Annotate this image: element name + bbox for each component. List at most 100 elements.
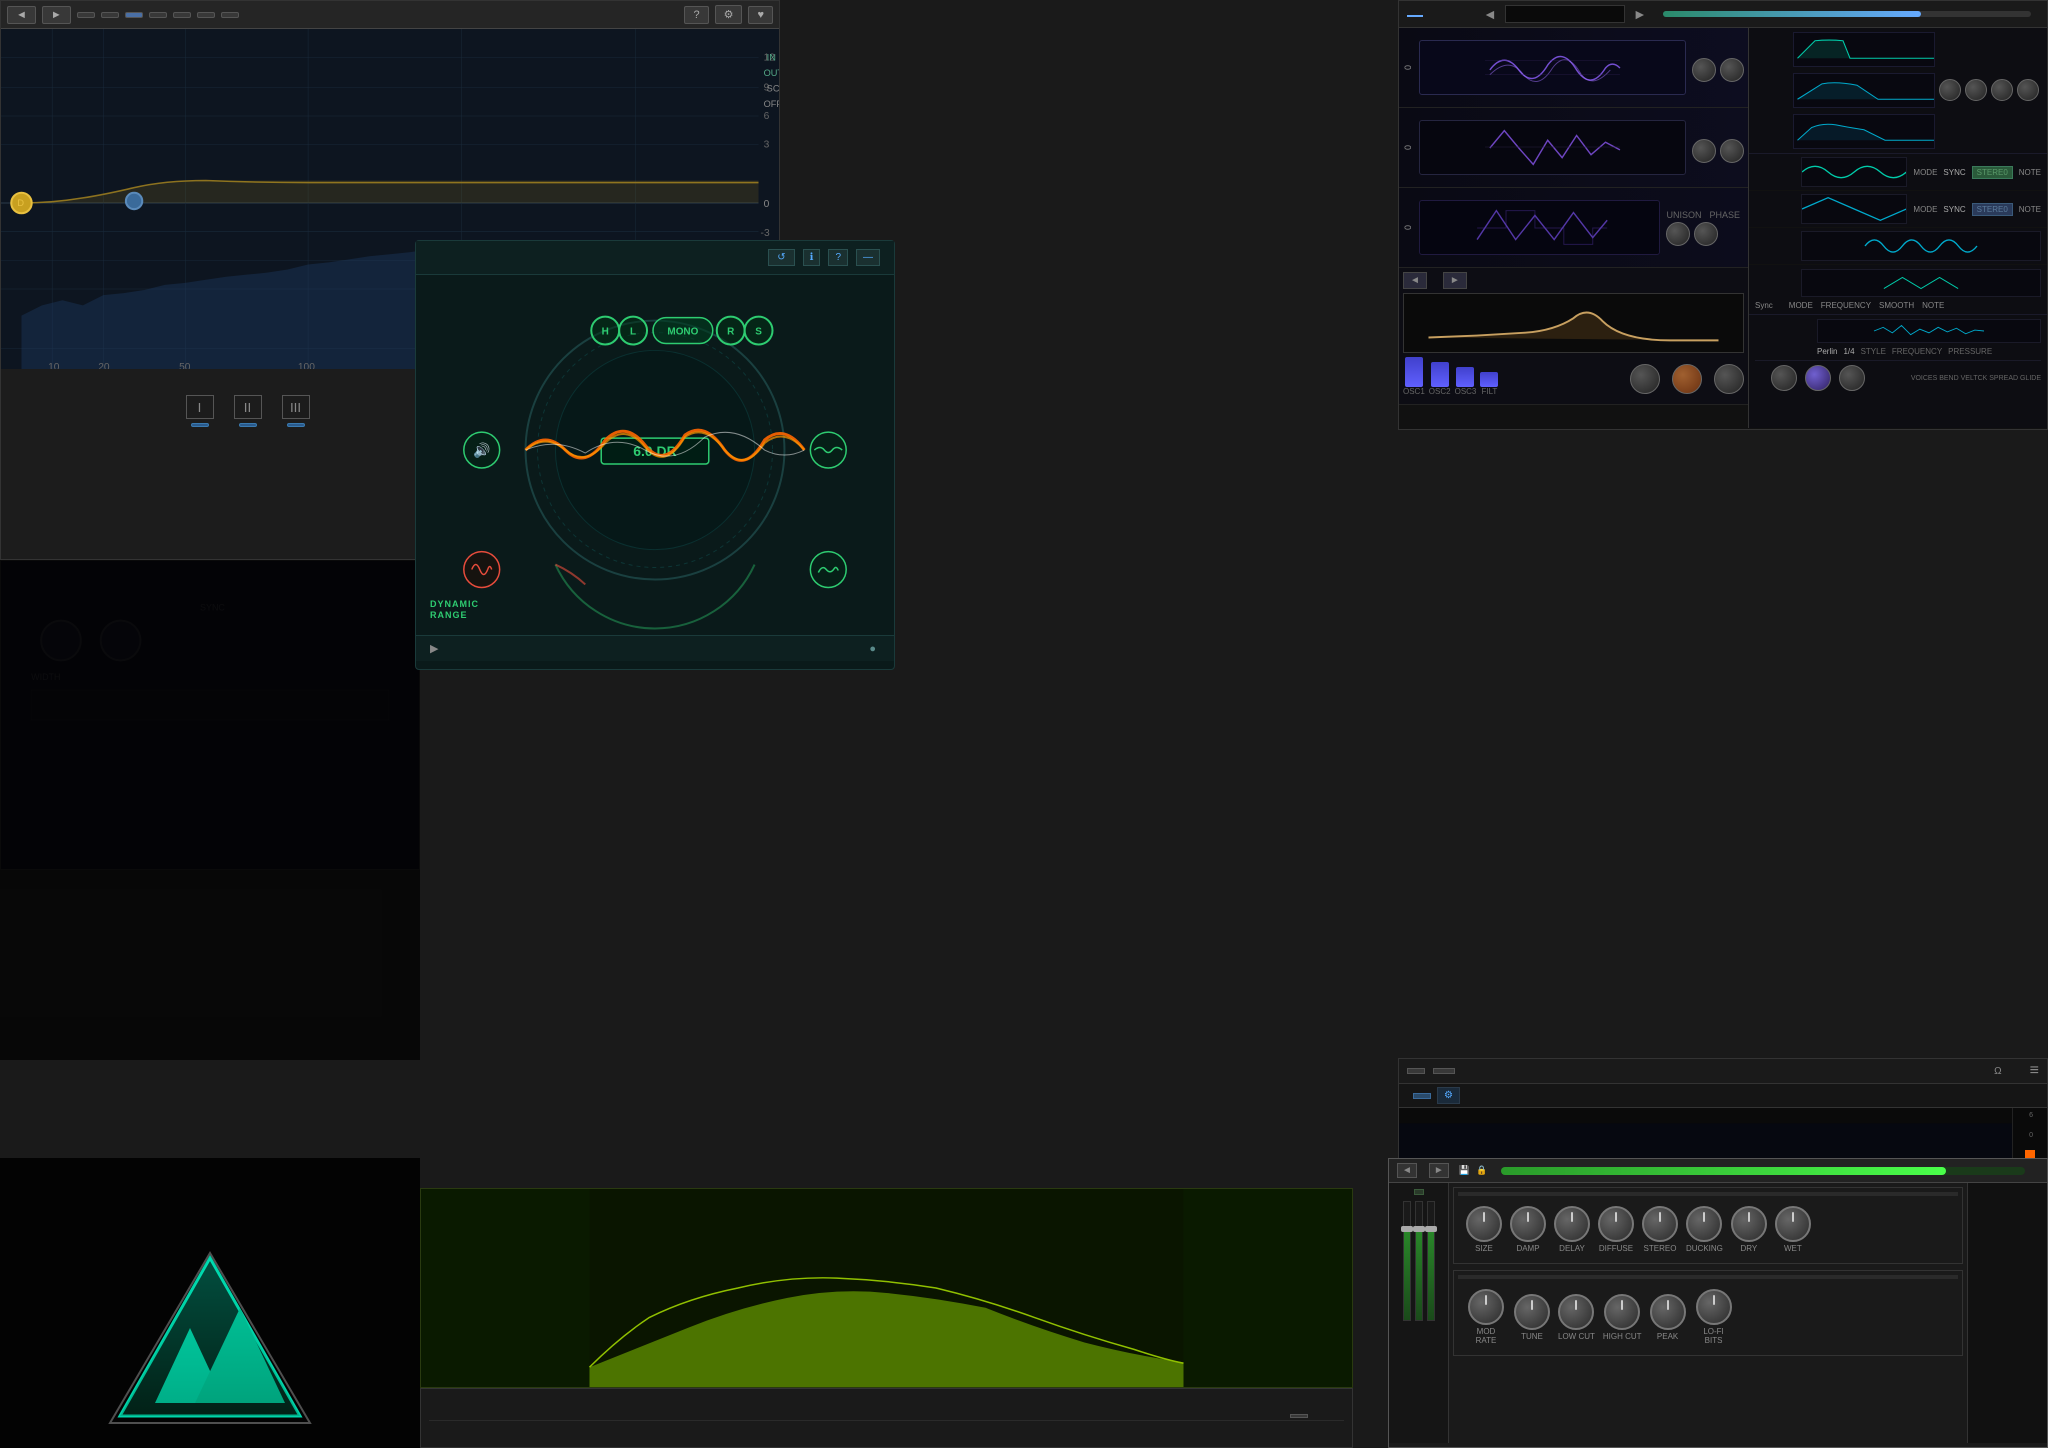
peak-knob[interactable]: [1650, 1294, 1686, 1330]
high-cut-knob[interactable]: [1604, 1294, 1640, 1330]
tune-label: TUNE: [1521, 1332, 1543, 1341]
main-section-label: [1458, 1192, 1958, 1196]
lfo1-stereo-btn[interactable]: STERE0: [1972, 166, 2013, 179]
help-btn-levels[interactable]: ?: [828, 249, 848, 266]
stats-row-1: [429, 1414, 1344, 1418]
tal-next-btn[interactable]: ►: [1429, 1163, 1449, 1178]
nav-back-btn[interactable]: ◄: [7, 6, 36, 24]
diffuse-label: DIFFUSE: [1599, 1244, 1633, 1253]
filter-left-btn[interactable]: ◄: [1403, 272, 1427, 289]
effects-tab[interactable]: [1407, 11, 1423, 17]
lfo1-note: NOTE: [2019, 168, 2041, 177]
svg-text:OUT: OUT: [764, 68, 779, 78]
damp-knob[interactable]: [1510, 1206, 1546, 1242]
drive-knob[interactable]: [1630, 364, 1660, 394]
tal-delay-knob[interactable]: [1554, 1206, 1590, 1242]
hide-meters-btn[interactable]: [1433, 1068, 1455, 1074]
glide-knob[interactable]: [1839, 365, 1865, 391]
spread-knob[interactable]: [1805, 365, 1831, 391]
svg-text:IN: IN: [767, 53, 776, 63]
keytrk-knob[interactable]: [1714, 364, 1744, 394]
osc3-row: 0 UNISON PHASE: [1399, 188, 1748, 268]
tune-knob[interactable]: [1514, 1294, 1550, 1330]
tal-prev-btn[interactable]: ◄: [1397, 1163, 1417, 1178]
mix-section-label: [1458, 1275, 1958, 1279]
eq-band-2-on[interactable]: [239, 423, 257, 427]
levels-main: DYNAMICRANGE H L MONO R S 🔊: [416, 275, 894, 635]
env-attack-knob[interactable]: [1965, 79, 1987, 101]
ab-compare-btn[interactable]: [101, 12, 119, 18]
eq-band-2-btn[interactable]: II: [234, 395, 262, 419]
fader-1[interactable]: [1401, 1226, 1413, 1232]
int-sc-btn[interactable]: [221, 12, 239, 18]
osc2-knob2[interactable]: [1720, 139, 1744, 163]
stereo-group: STEREO: [1642, 1206, 1678, 1253]
info-btn[interactable]: ℹ: [803, 249, 821, 266]
settings-btn[interactable]: ⚙: [715, 5, 743, 24]
dry-knob[interactable]: [1731, 1206, 1767, 1242]
lfo2-stereo-btn[interactable]: STERE0: [1972, 203, 2013, 216]
tune-group: TUNE: [1514, 1294, 1550, 1341]
span-settings-btn[interactable]: ⚙: [1437, 1087, 1460, 1104]
synth-nav-btn[interactable]: ◄: [1483, 6, 1497, 22]
env-delay-knob[interactable]: [1939, 79, 1961, 101]
span-menu-btn[interactable]: ≡: [2030, 1062, 2039, 1080]
osc1-knob2[interactable]: [1720, 58, 1744, 82]
stats-bar: [420, 1388, 1353, 1448]
wet-group: WET: [1775, 1206, 1811, 1253]
mod-rate-knob[interactable]: [1468, 1289, 1504, 1325]
perlin-label: Perlin: [1817, 347, 1837, 356]
synth-title-input[interactable]: [1505, 5, 1625, 23]
filter-right-btn[interactable]: ►: [1443, 272, 1467, 289]
fader-3[interactable]: [1425, 1226, 1437, 1232]
svg-text:6: 6: [764, 111, 770, 122]
eq-band-1-on[interactable]: [191, 423, 209, 427]
env-hold-knob[interactable]: [1991, 79, 2013, 101]
svg-text:20: 20: [98, 362, 110, 369]
user-mode-btn[interactable]: [1413, 1093, 1431, 1099]
matrix-tab[interactable]: [1431, 12, 1447, 16]
eq-band-3-on[interactable]: [287, 423, 305, 427]
display-btn[interactable]: [149, 12, 167, 18]
levels-plugin: ↺ ℹ ? — DYNAMICRANGE H L MONO: [415, 240, 895, 670]
env-hold-group: [1991, 79, 2013, 103]
synth-next-btn[interactable]: ►: [1633, 6, 1647, 22]
style-label: STYLE: [1861, 347, 1886, 356]
mix-knob[interactable]: [1672, 364, 1702, 394]
ab-arrow-btn[interactable]: [125, 12, 143, 18]
precise-btn[interactable]: [173, 12, 191, 18]
copy-btn[interactable]: [1407, 1068, 1425, 1074]
tal-lock-icon[interactable]: 🔒: [1476, 1165, 1487, 1176]
wet-knob[interactable]: [1775, 1206, 1811, 1242]
veltck-knob[interactable]: [1771, 365, 1797, 391]
eq-band-1-btn[interactable]: I: [186, 395, 214, 419]
fader-2[interactable]: [1413, 1226, 1425, 1232]
size-knob[interactable]: [1466, 1206, 1502, 1242]
osc3-knob2[interactable]: [1694, 222, 1718, 246]
stats-reset-btn[interactable]: [1290, 1414, 1308, 1418]
advanced-tab[interactable]: [1455, 12, 1471, 16]
schain-btn[interactable]: [1414, 1189, 1424, 1195]
menu-btn[interactable]: —: [856, 249, 880, 266]
lfo4-sync-label: Sync: [1755, 301, 1773, 310]
heart-btn[interactable]: ♥: [748, 6, 773, 24]
stereo-knob[interactable]: [1642, 1206, 1678, 1242]
diffuse-knob[interactable]: [1598, 1206, 1634, 1242]
ducking-knob[interactable]: [1686, 1206, 1722, 1242]
eq-band-3-btn[interactable]: III: [282, 395, 310, 419]
help-btn[interactable]: ?: [684, 6, 708, 24]
osc2-knob1[interactable]: [1692, 139, 1716, 163]
random2-fraction: 1/4: [1843, 347, 1854, 356]
lofi-bits-group: LO-FI BITS: [1694, 1289, 1734, 1345]
env-decay-knob[interactable]: [2017, 79, 2039, 101]
stereo-btn[interactable]: [197, 12, 215, 18]
lofi-bits-knob[interactable]: [1696, 1289, 1732, 1325]
mastering-mix-brand: ●: [869, 642, 880, 655]
nav-forward-btn[interactable]: ►: [42, 6, 71, 24]
reset-btn[interactable]: ↺: [768, 249, 794, 266]
tal-save-icon[interactable]: 💾: [1459, 1165, 1470, 1176]
osc3-knob1[interactable]: [1666, 222, 1690, 246]
lfo4-note: NOTE: [1922, 301, 1944, 310]
osc1-knob1[interactable]: [1692, 58, 1716, 82]
low-cut-knob[interactable]: [1558, 1294, 1594, 1330]
